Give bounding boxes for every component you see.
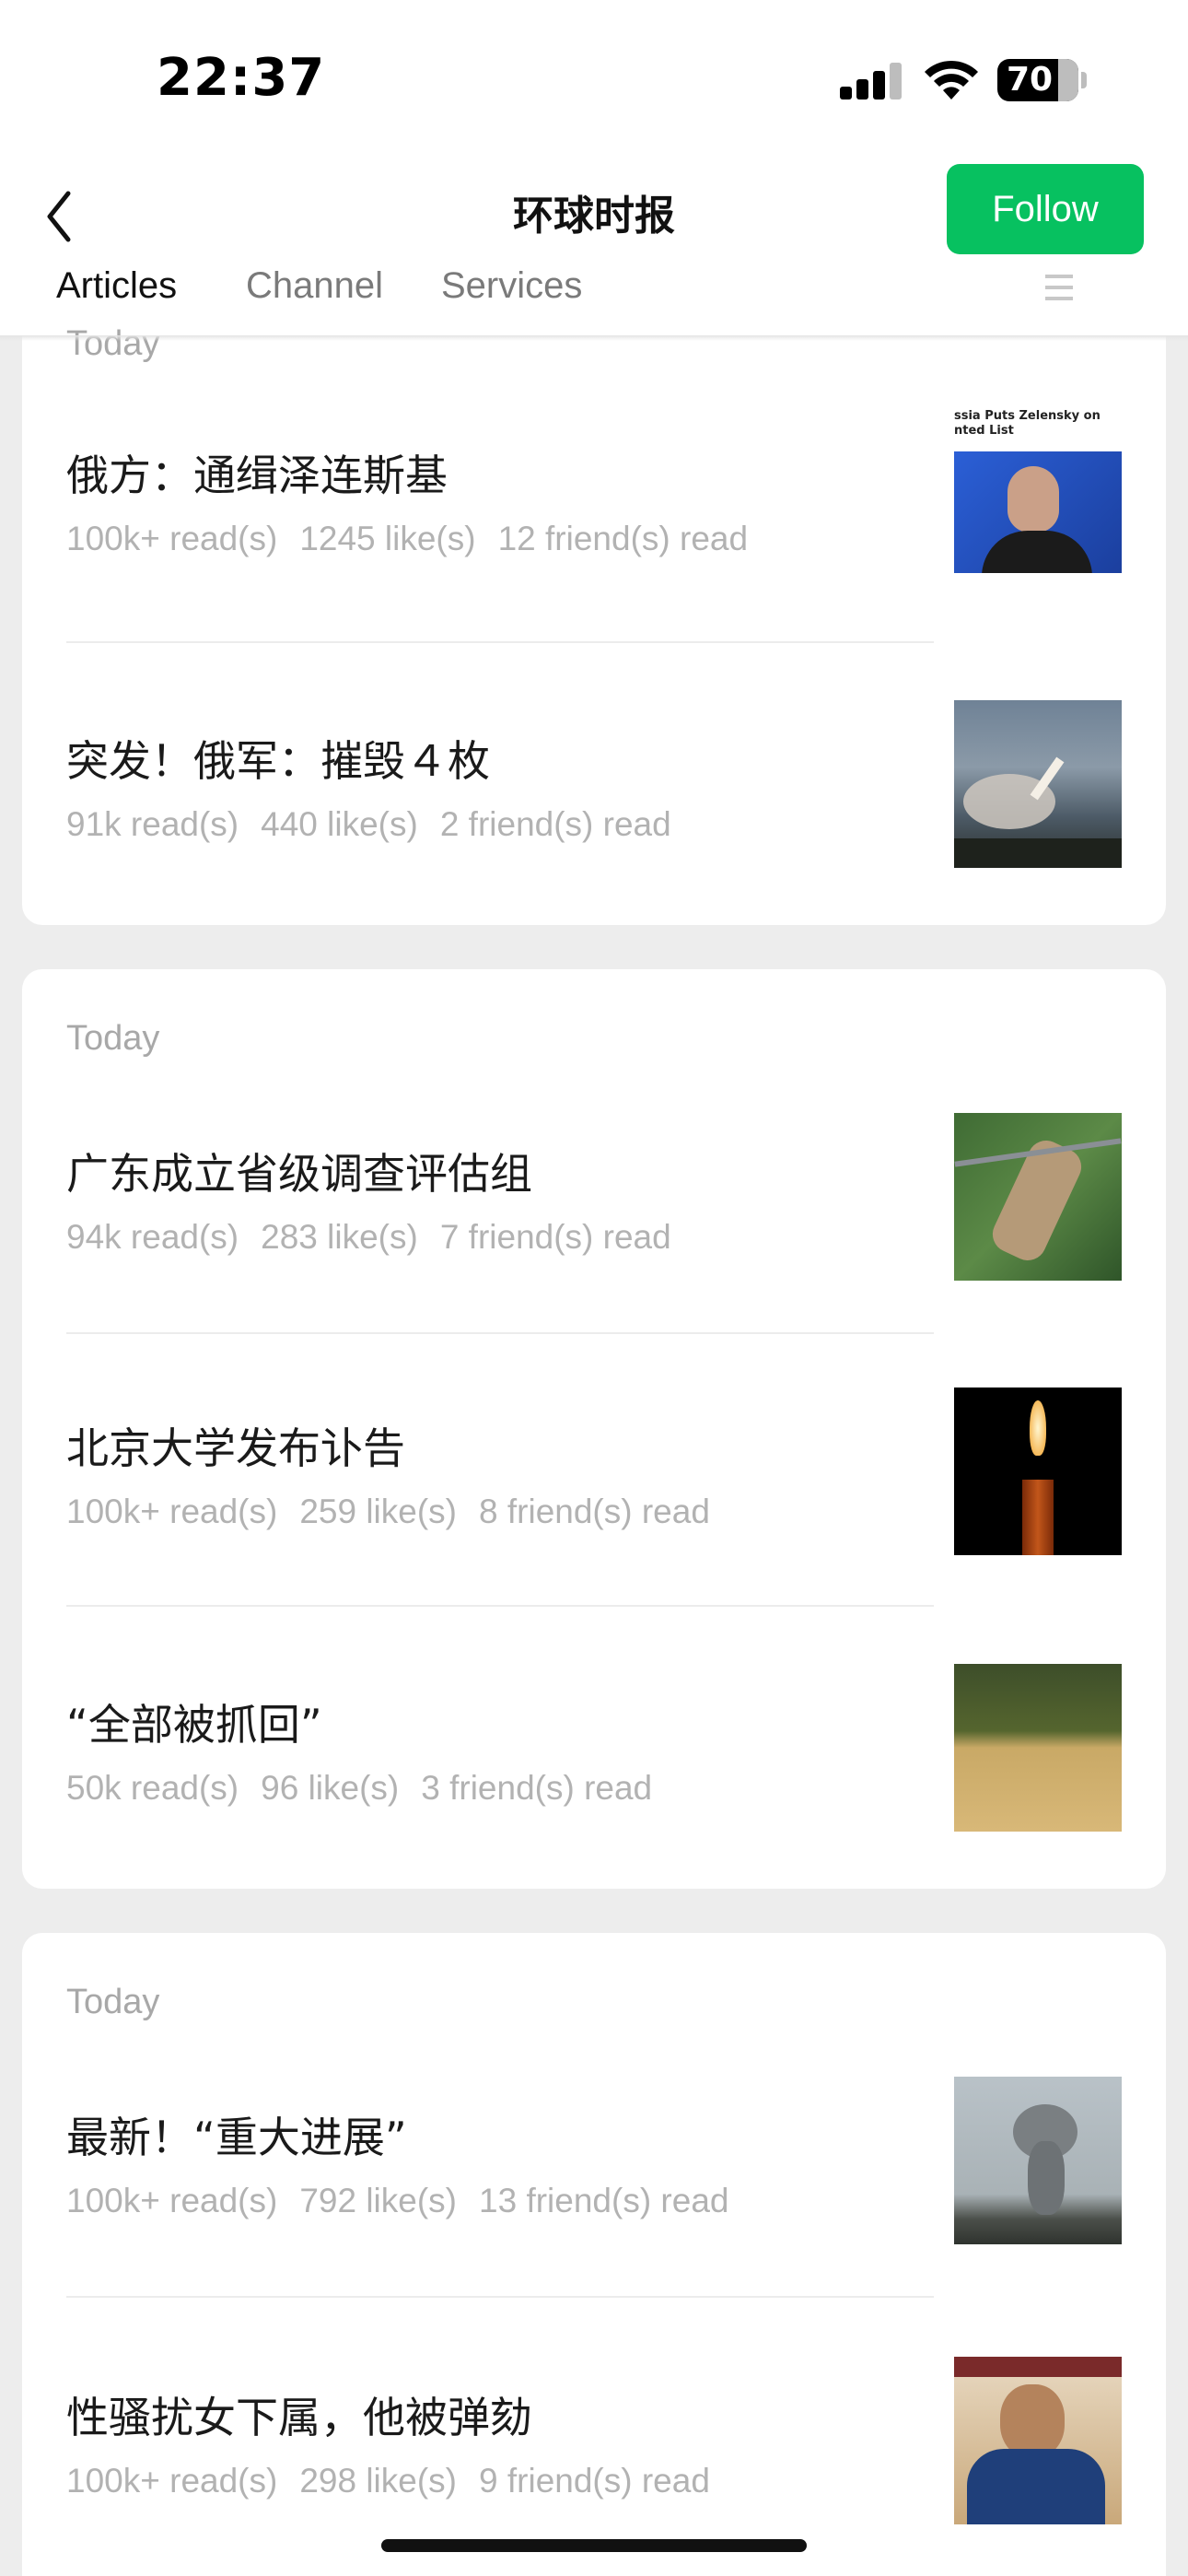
article-title: 北京大学发布讣告	[66, 1423, 405, 1473]
read-count: 94k read(s)	[66, 1218, 239, 1256]
divider	[66, 641, 934, 643]
article-title: 性骚扰女下属，他被弹劾	[66, 2393, 532, 2442]
like-count: 440 like(s)	[261, 805, 418, 843]
friends-read: 7 friend(s) read	[439, 1218, 671, 1256]
article-title: 俄方：通缉泽连斯基	[66, 451, 448, 500]
article-meta: 91k read(s) 440 like(s) 2 friend(s) read	[66, 805, 693, 844]
group-date-label: Today	[66, 1983, 160, 2021]
cellular-signal-icon	[840, 61, 904, 100]
article-thumbnail	[954, 1388, 1122, 1555]
battery-icon: 70	[997, 59, 1078, 101]
thumbnail-caption: ssia Puts Zelensky on nted List	[954, 409, 1101, 438]
article-meta: 100k+ read(s) 792 like(s) 13 friend(s) rea…	[66, 2182, 751, 2220]
group-date-label: Today	[66, 1019, 160, 1058]
header-shadow	[0, 335, 1188, 341]
like-count: 298 like(s)	[299, 2462, 458, 2500]
like-count: 1245 like(s)	[299, 520, 476, 557]
article-item[interactable]: 性骚扰女下属，他被弹劾 100k+ read(s) 298 like(s) 9 fr…	[22, 2357, 1166, 2532]
friends-read: 2 friend(s) read	[439, 805, 671, 843]
status-time: 22:37	[157, 48, 326, 108]
article-meta: 100k+ read(s) 298 like(s) 9 friend(s) read	[66, 2462, 732, 2500]
friends-read: 13 friend(s) read	[479, 2182, 729, 2219]
menu-icon	[1045, 275, 1073, 300]
article-title: 广东成立省级调查评估组	[66, 1149, 532, 1199]
like-count: 96 like(s)	[261, 1769, 400, 1807]
article-item[interactable]: “全部被抓回” 50k read(s) 96 like(s) 3 friend(s)…	[22, 1664, 1166, 1839]
article-meta: 50k read(s) 96 like(s) 3 friend(s) read	[66, 1769, 674, 1808]
read-count: 100k+ read(s)	[66, 2182, 278, 2219]
battery-tip	[1081, 72, 1087, 88]
wifi-icon	[925, 60, 978, 100]
article-group-card: Today 广东成立省级调查评估组 94k read(s) 283 like(s)…	[22, 969, 1166, 1889]
read-count: 100k+ read(s)	[66, 1493, 278, 1530]
tab-services-label: Services	[441, 265, 583, 306]
read-count: 50k read(s)	[66, 1769, 239, 1807]
like-count: 259 like(s)	[299, 1493, 458, 1530]
article-thumbnail	[954, 1113, 1122, 1281]
divider	[66, 1332, 934, 1334]
divider	[66, 1605, 934, 1607]
article-meta: 94k read(s) 283 like(s) 7 friend(s) read	[66, 1218, 693, 1257]
friends-read: 12 friend(s) read	[497, 520, 749, 557]
back-chevron-icon[interactable]	[46, 184, 92, 249]
follow-button[interactable]: Follow	[947, 164, 1144, 254]
read-count: 91k read(s)	[66, 805, 239, 843]
article-group-card: Today 最新！“重大进展” 100k+ read(s) 792 like(s)…	[22, 1933, 1166, 2576]
divider	[66, 2296, 934, 2298]
friends-read: 8 friend(s) read	[479, 1493, 710, 1530]
article-meta: 100k+ read(s) 259 like(s) 8 friend(s) read	[66, 1493, 732, 1531]
article-group-card: Today 俄方：通缉泽连斯基 100k+ read(s) 1245 like(s…	[22, 313, 1166, 925]
home-indicator[interactable]	[381, 2539, 807, 2552]
like-count: 283 like(s)	[261, 1218, 418, 1256]
battery-level: 70	[1006, 61, 1054, 99]
read-count: 100k+ read(s)	[66, 2462, 278, 2500]
article-thumbnail: ssia Puts Zelensky on nted List	[954, 405, 1122, 573]
article-thumbnail	[954, 700, 1122, 868]
article-title: 最新！“重大进展”	[66, 2113, 407, 2162]
article-thumbnail	[954, 2077, 1122, 2244]
article-meta: 100k+ read(s) 1245 like(s) 12 friend(s) re…	[66, 520, 770, 558]
friends-read: 3 friend(s) read	[421, 1769, 653, 1807]
article-item[interactable]: 突发！俄军：摧毁４枚 91k read(s) 440 like(s) 2 frien…	[22, 700, 1166, 875]
like-count: 792 like(s)	[299, 2182, 458, 2219]
article-item[interactable]: 最新！“重大进展” 100k+ read(s) 792 like(s) 13 fri…	[22, 2077, 1166, 2252]
nav-bar: 环球时报 Follow Articles Channel Services	[0, 157, 1188, 336]
article-item[interactable]: 俄方：通缉泽连斯基 100k+ read(s) 1245 like(s) 12 fr…	[22, 405, 1166, 626]
read-count: 100k+ read(s)	[66, 520, 278, 557]
article-title: “全部被抓回”	[66, 1700, 322, 1750]
group-date-label: Today	[66, 324, 160, 363]
article-thumbnail	[954, 2357, 1122, 2524]
article-item[interactable]: 北京大学发布讣告 100k+ read(s) 259 like(s) 8 frien…	[22, 1388, 1166, 1563]
article-item[interactable]: 广东成立省级调查评估组 94k read(s) 283 like(s) 7 frie…	[22, 1113, 1166, 1288]
status-bar: 22:37 70	[0, 0, 1188, 157]
friends-read: 9 friend(s) read	[479, 2462, 710, 2500]
article-title: 突发！俄军：摧毁４枚	[66, 736, 490, 786]
article-thumbnail	[954, 1664, 1122, 1832]
